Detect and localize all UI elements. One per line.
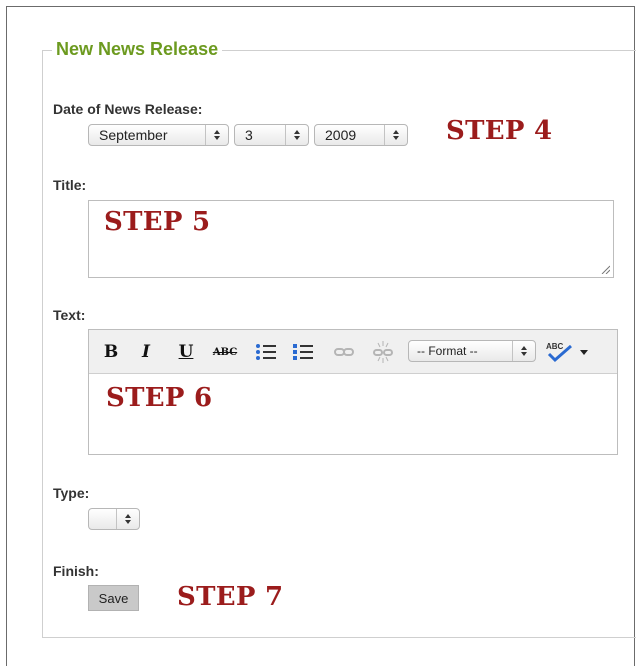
fieldset-legend: New News Release <box>52 39 223 60</box>
numbered-list-button[interactable] <box>292 340 314 364</box>
day-value: 3 <box>245 127 253 143</box>
format-select[interactable]: -- Format -- <box>408 340 536 362</box>
save-button[interactable]: Save <box>88 585 139 611</box>
year-select[interactable]: 2009 <box>314 124 408 146</box>
stepper-arrows-icon <box>384 125 407 145</box>
stepper-arrows-icon <box>285 125 308 145</box>
step-4-annotation: STEP 4 <box>446 116 553 146</box>
bold-button[interactable]: B <box>103 340 119 364</box>
step-6-annotation: STEP 6 <box>106 383 213 413</box>
format-value: -- Format -- <box>417 344 478 358</box>
year-value: 2009 <box>325 127 357 143</box>
spellcheck-dropdown[interactable] <box>577 340 591 364</box>
unlink-button[interactable] <box>371 340 395 364</box>
dropdown-caret-icon <box>580 350 588 355</box>
link-button[interactable] <box>333 340 355 364</box>
month-select[interactable]: September <box>88 124 229 146</box>
step-5-annotation: STEP 5 <box>104 207 211 237</box>
step-7-annotation: STEP 7 <box>177 582 284 612</box>
numbered-list-icon <box>293 344 313 360</box>
text-label: Text: <box>53 307 86 323</box>
bullet-list-icon <box>256 344 276 360</box>
title-label: Title: <box>53 177 87 193</box>
type-label: Type: <box>53 485 90 501</box>
day-select[interactable]: 3 <box>234 124 309 146</box>
month-value: September <box>99 127 168 143</box>
date-label: Date of News Release: <box>53 101 203 117</box>
type-select[interactable] <box>88 508 140 530</box>
stepper-arrows-icon <box>116 509 139 529</box>
link-icon <box>334 348 354 356</box>
svg-text:ABC: ABC <box>546 342 564 351</box>
unlink-icon <box>373 341 393 363</box>
spellcheck-button[interactable]: ABC <box>545 340 575 364</box>
stepper-arrows-icon <box>512 341 535 361</box>
underline-button[interactable]: U <box>178 340 194 364</box>
spellcheck-icon: ABC <box>546 342 572 363</box>
strikethrough-button[interactable]: ABC <box>212 340 238 364</box>
bullet-list-button[interactable] <box>255 340 277 364</box>
editor-toolbar: B I U ABC -- Format -- ABC <box>89 330 617 374</box>
resize-grip-icon[interactable] <box>600 264 610 274</box>
stepper-arrows-icon <box>205 125 228 145</box>
finish-label: Finish: <box>53 563 99 579</box>
italic-button[interactable]: I <box>138 340 154 364</box>
